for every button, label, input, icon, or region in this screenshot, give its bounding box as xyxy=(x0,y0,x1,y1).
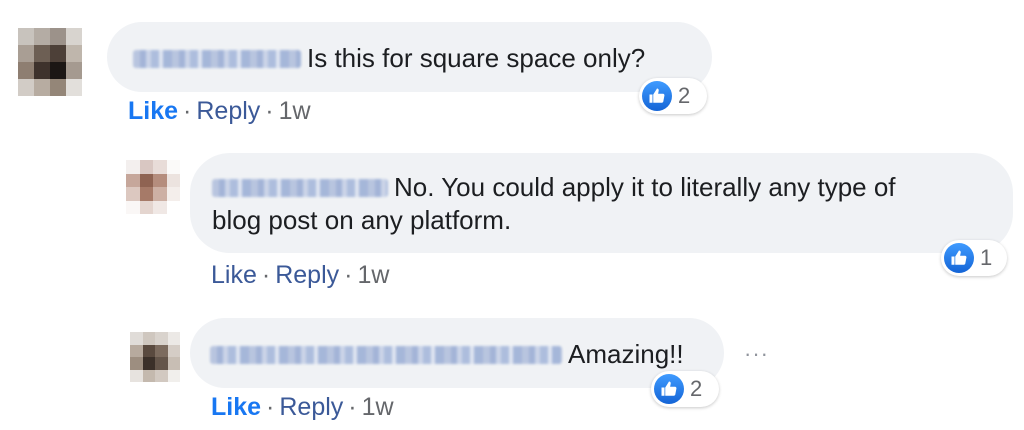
author-name[interactable] xyxy=(133,50,301,68)
reaction-badge[interactable]: 2 xyxy=(639,78,707,114)
like-link[interactable]: Like xyxy=(211,393,261,421)
reaction-badge[interactable]: 1 xyxy=(941,240,1007,276)
thumbs-up-icon xyxy=(654,374,684,404)
like-link[interactable]: Like xyxy=(211,261,257,289)
reply-link[interactable]: Reply xyxy=(279,393,343,421)
comment-text: Is this for square space only? xyxy=(307,43,646,73)
more-options-icon[interactable]: ··· xyxy=(744,341,769,367)
comment-text-continued: blog post on any platform. xyxy=(212,205,512,235)
avatar[interactable] xyxy=(18,28,82,96)
reply-link[interactable]: Reply xyxy=(275,261,339,289)
comment-bubble: No. You could apply it to literally any … xyxy=(190,153,1013,253)
author-name[interactable] xyxy=(212,179,388,197)
comment-actions: Like · Reply · 1w xyxy=(211,261,390,289)
comment-bubble: Is this for square space only? xyxy=(107,22,712,92)
avatar[interactable] xyxy=(130,332,180,382)
reaction-badge[interactable]: 2 xyxy=(651,371,719,407)
reaction-count: 2 xyxy=(690,376,703,401)
timestamp[interactable]: 1w xyxy=(362,393,394,421)
author-name[interactable] xyxy=(210,346,562,364)
timestamp[interactable]: 1w xyxy=(357,261,389,289)
comment-text: No. You could apply it to literally any … xyxy=(394,172,896,202)
comment-text: Amazing!! xyxy=(568,339,684,369)
reaction-count: 1 xyxy=(980,245,993,270)
thumbs-up-icon xyxy=(642,81,672,111)
reaction-count: 2 xyxy=(678,83,691,108)
avatar[interactable] xyxy=(126,160,180,214)
comment-actions: Like · Reply · 1w xyxy=(211,393,394,421)
thumbs-up-icon xyxy=(944,243,974,273)
like-link[interactable]: Like xyxy=(128,97,178,125)
reply-link[interactable]: Reply xyxy=(196,97,260,125)
comment-actions: Like · Reply · 1w xyxy=(128,97,311,125)
timestamp[interactable]: 1w xyxy=(279,97,311,125)
comment-bubble: Amazing!! xyxy=(190,318,724,388)
